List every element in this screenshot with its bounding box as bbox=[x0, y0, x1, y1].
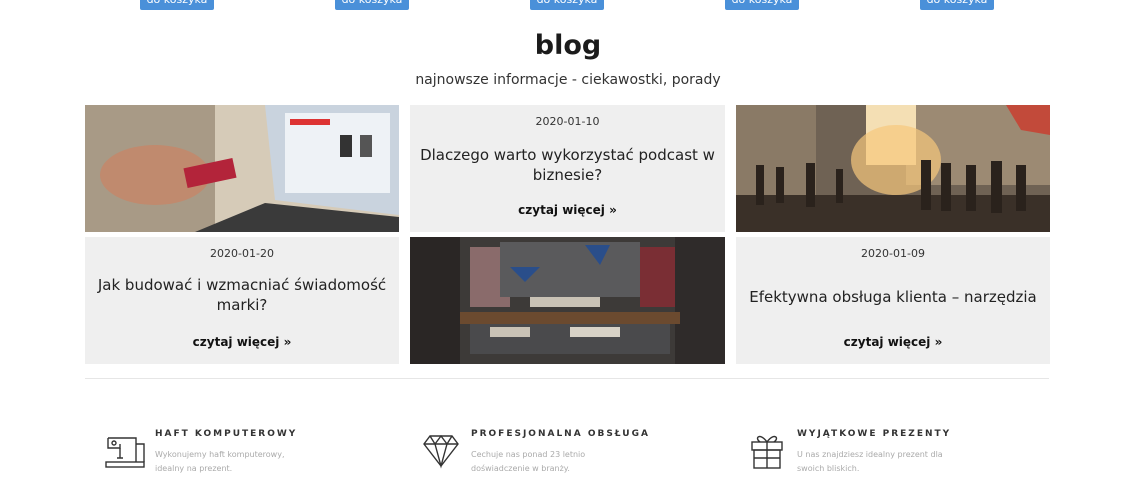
section-divider bbox=[85, 378, 1049, 379]
feature-gifts: WYJĄTKOWE PREZENTY U nas znajdziesz idea… bbox=[746, 424, 1046, 484]
diamond-icon bbox=[420, 428, 462, 470]
blog-image-laptop-card[interactable] bbox=[85, 105, 399, 232]
post-title[interactable]: Jak budować i wzmacniać świadomość marki… bbox=[91, 275, 393, 315]
read-more-link[interactable]: czytaj więcej » bbox=[85, 335, 399, 349]
gift-icon bbox=[746, 428, 788, 470]
blog-post-card[interactable]: 2020-01-09 Efektywna obsługa klienta – n… bbox=[736, 237, 1050, 364]
feature-title: PROFESJONALNA OBSŁUGA bbox=[471, 429, 650, 439]
feature-description: Wykonujemy haft komputerowy, idealny na … bbox=[155, 450, 285, 473]
feature-title: HAFT KOMPUTEROWY bbox=[155, 429, 298, 439]
feature-service: PROFESJONALNA OBSŁUGA Cechuje nas ponad … bbox=[420, 424, 700, 484]
post-title[interactable]: Efektywna obsługa klienta – narzędzia bbox=[742, 287, 1044, 307]
read-more-link[interactable]: czytaj więcej » bbox=[410, 203, 725, 217]
post-date: 2020-01-10 bbox=[535, 115, 600, 128]
add-to-cart-button[interactable]: do koszyka bbox=[335, 0, 409, 10]
blog-image-street-card[interactable] bbox=[736, 105, 1050, 232]
blog-title: blog bbox=[534, 30, 602, 61]
add-to-cart-button[interactable]: do koszyka bbox=[140, 0, 214, 10]
add-to-cart-button[interactable]: do koszyka bbox=[920, 0, 994, 10]
post-date: 2020-01-09 bbox=[861, 247, 925, 260]
add-to-cart-button[interactable]: do koszyka bbox=[725, 0, 799, 10]
feature-description: U nas znajdziesz idealny prezent dla swo… bbox=[797, 450, 943, 473]
blog-image-store-card[interactable] bbox=[410, 237, 725, 364]
blog-post-card[interactable]: 2020-01-10 Dlaczego warto wykorzystać po… bbox=[410, 105, 725, 232]
blog-post-card[interactable]: 2020-01-20 Jak budować i wzmacniać świad… bbox=[85, 237, 399, 364]
add-to-cart-button[interactable]: do koszyka bbox=[530, 0, 604, 10]
busy-street-image bbox=[736, 105, 1050, 232]
laptop-payment-image bbox=[85, 105, 399, 232]
blog-subtitle: najnowsze informacje - ciekawostki, pora… bbox=[415, 72, 721, 88]
post-title[interactable]: Dlaczego warto wykorzystać podcast w biz… bbox=[416, 145, 719, 185]
sewing-machine-icon bbox=[104, 428, 146, 470]
post-date: 2020-01-20 bbox=[210, 247, 274, 260]
feature-description: Cechuje nas ponad 23 letnio doświadczeni… bbox=[471, 450, 586, 473]
read-more-link[interactable]: czytaj więcej » bbox=[736, 335, 1050, 349]
feature-embroidery: HAFT KOMPUTEROWY Wykonujemy haft kompute… bbox=[104, 424, 364, 484]
feature-title: WYJĄTKOWE PREZENTY bbox=[797, 429, 952, 439]
clothing-store-image bbox=[410, 237, 725, 364]
